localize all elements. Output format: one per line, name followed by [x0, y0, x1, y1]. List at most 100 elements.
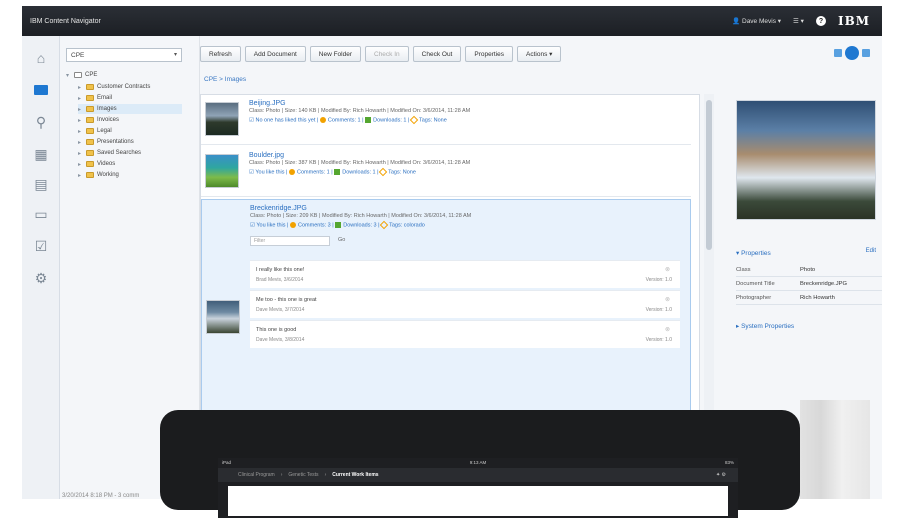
folder-icon [86, 117, 94, 123]
ibm-logo: IBM [837, 14, 870, 28]
properties-pane: ▾ Properties Edit Class Photo Document Ti… [722, 94, 882, 424]
repository-icon [74, 72, 82, 78]
item-social: ☑ No one has liked this yet | Comments: … [249, 115, 447, 125]
like-icon[interactable]: ☑ [249, 117, 254, 123]
expand-icon[interactable]: ▸ [78, 172, 86, 179]
tasks-icon[interactable]: ☑ [31, 236, 51, 256]
list-scrollbar[interactable] [704, 94, 714, 414]
list-item[interactable]: Beijing.JPG Class: Photo | Size: 140 KB … [201, 95, 691, 145]
ipad-nav-current: Current Work Items [332, 472, 379, 478]
comment-author: Dave Mevis, 3/7/2014 [256, 307, 305, 313]
tag-icon [409, 115, 419, 125]
system-properties-header[interactable]: ▸ System Properties [736, 322, 794, 330]
tag-icon [378, 167, 388, 177]
delete-comment-icon[interactable]: ⊗ [665, 296, 670, 303]
list-item[interactable]: Boulder.jpg Class: Photo | Size: 387 KB … [201, 147, 691, 197]
preview-image [736, 100, 876, 220]
filter-go-button[interactable]: Go [338, 237, 345, 243]
expand-icon[interactable]: ▸ [78, 150, 86, 157]
delete-comment-icon[interactable]: ⊗ [665, 326, 670, 333]
item-title[interactable]: Beijing.JPG [249, 100, 286, 107]
expand-icon[interactable]: ▸ [78, 95, 86, 102]
delete-comment-icon[interactable]: ⊗ [665, 266, 670, 273]
folder-icon [86, 150, 94, 156]
list-item-selected[interactable]: Breckenridge.JPG Class: Photo | Size: 20… [201, 199, 691, 415]
home-icon[interactable]: ⌂ [31, 48, 51, 68]
tree-item-presentations[interactable]: ▸ Presentations [78, 137, 134, 147]
folder-icon [86, 106, 94, 112]
expand-icon[interactable]: ▸ [78, 106, 86, 113]
tree-item-invoices[interactable]: ▸ Invoices [78, 115, 119, 125]
ipad-nav-item[interactable]: Clinical Program [238, 472, 275, 478]
comment-author: Dave Mevis, 3/8/2014 [256, 337, 305, 343]
repository-select[interactable]: CPE ▾ [66, 48, 182, 62]
expand-icon[interactable]: ▸ [78, 161, 86, 168]
app-title: IBM Content Navigator [30, 17, 101, 25]
teamspaces-icon[interactable]: ▭ [31, 204, 51, 224]
work-icon[interactable]: ▤ [31, 174, 51, 194]
ipad-content [228, 486, 728, 516]
details-view-icon[interactable] [834, 49, 842, 57]
like-icon[interactable]: ☑ [249, 169, 254, 175]
ipad-settings-icon[interactable]: ✦ ⚙ [716, 472, 726, 478]
chevron-down-icon: ▾ [173, 52, 177, 58]
tree-item-email[interactable]: ▸ Email [78, 93, 112, 103]
comment-item: I really like this one! Brad Mevis, 3/6/… [250, 260, 680, 288]
comment-version: Version: 1.0 [645, 277, 672, 283]
expand-icon[interactable]: ▸ [78, 139, 86, 146]
refresh-button[interactable]: Refresh [200, 46, 241, 62]
expand-icon[interactable]: ▸ [78, 128, 86, 135]
new-folder-button[interactable]: New Folder [309, 46, 361, 62]
left-navigation: ⌂ ⚲ ▦ ▤ ▭ ☑ ⚙ [22, 36, 60, 499]
item-meta: Class: Photo | Size: 140 KB | Modified B… [249, 108, 471, 114]
comment-text: This one is good [256, 327, 297, 333]
tree-item-videos[interactable]: ▸ Videos [78, 159, 115, 169]
item-meta: Class: Photo | Size: 387 KB | Modified B… [249, 160, 471, 166]
ipad-overlay: iPad 9:13 AM 83% Clinical Program › Genet… [160, 410, 800, 518]
item-meta: Class: Photo | Size: 209 KB | Modified B… [250, 213, 472, 219]
ipad-breadcrumb: Clinical Program › Genetic Tests › Current… [218, 468, 738, 482]
thumbnail-image[interactable] [205, 102, 239, 136]
check-out-button[interactable]: Check Out [412, 46, 462, 62]
tree-item-images[interactable]: ▸ Images [78, 104, 182, 114]
scrollbar-thumb[interactable] [706, 100, 712, 250]
ipad-screen: iPad 9:13 AM 83% Clinical Program › Genet… [218, 458, 738, 518]
user-menu[interactable]: 👤 Dave Mevis ▾ [732, 17, 781, 25]
tree-item-working[interactable]: ▸ Working [78, 170, 119, 180]
help-icon[interactable]: ? [815, 16, 826, 26]
tree-root[interactable]: ▾ CPE [66, 70, 97, 80]
actions-menu-button[interactable]: Actions ▾ [517, 46, 562, 62]
thumbnail-image[interactable] [206, 300, 240, 334]
property-row: Photographer Rich Howarth [736, 292, 882, 305]
magazine-view-icon[interactable] [845, 46, 859, 60]
browse-icon[interactable] [31, 80, 51, 100]
property-row: Class Photo [736, 264, 882, 277]
properties-button[interactable]: Properties [465, 46, 513, 62]
check-in-button[interactable]: Check In [365, 46, 409, 62]
folder-icon [86, 128, 94, 134]
calendar-icon[interactable]: ▦ [31, 144, 51, 164]
apps-menu[interactable]: ☰ ▾ [793, 17, 804, 25]
item-title[interactable]: Boulder.jpg [249, 152, 284, 159]
ipad-nav-item[interactable]: Genetic Tests [288, 472, 318, 478]
filmstrip-view-icon[interactable] [862, 49, 870, 57]
item-title[interactable]: Breckenridge.JPG [250, 205, 307, 212]
search-icon[interactable]: ⚲ [31, 112, 51, 132]
collapse-icon[interactable]: ▾ [66, 72, 74, 79]
status-text: 3/20/2014 8:18 PM - 3 comm [62, 493, 140, 499]
thumbnail-image[interactable] [205, 154, 239, 188]
tree-item-legal[interactable]: ▸ Legal [78, 126, 112, 136]
properties-section-header[interactable]: ▾ Properties [736, 249, 771, 257]
tree-item-saved-searches[interactable]: ▸ Saved Searches [78, 148, 141, 158]
property-row: Document Title Breckenridge.JPG [736, 278, 882, 291]
expand-icon[interactable]: ▸ [78, 84, 86, 91]
comment-filter-input[interactable]: Filter [250, 236, 330, 246]
like-icon[interactable]: ☑ [250, 222, 255, 228]
settings-gear-icon[interactable]: ⚙ [31, 268, 51, 288]
expand-icon[interactable]: ▸ [78, 117, 86, 124]
breadcrumb[interactable]: CPE > Images [204, 76, 246, 83]
comment-icon [290, 222, 297, 228]
add-document-button[interactable]: Add Document [244, 46, 306, 62]
tree-item-customer-contracts[interactable]: ▸ Customer Contracts [78, 82, 150, 92]
edit-properties-link[interactable]: Edit [866, 248, 876, 254]
